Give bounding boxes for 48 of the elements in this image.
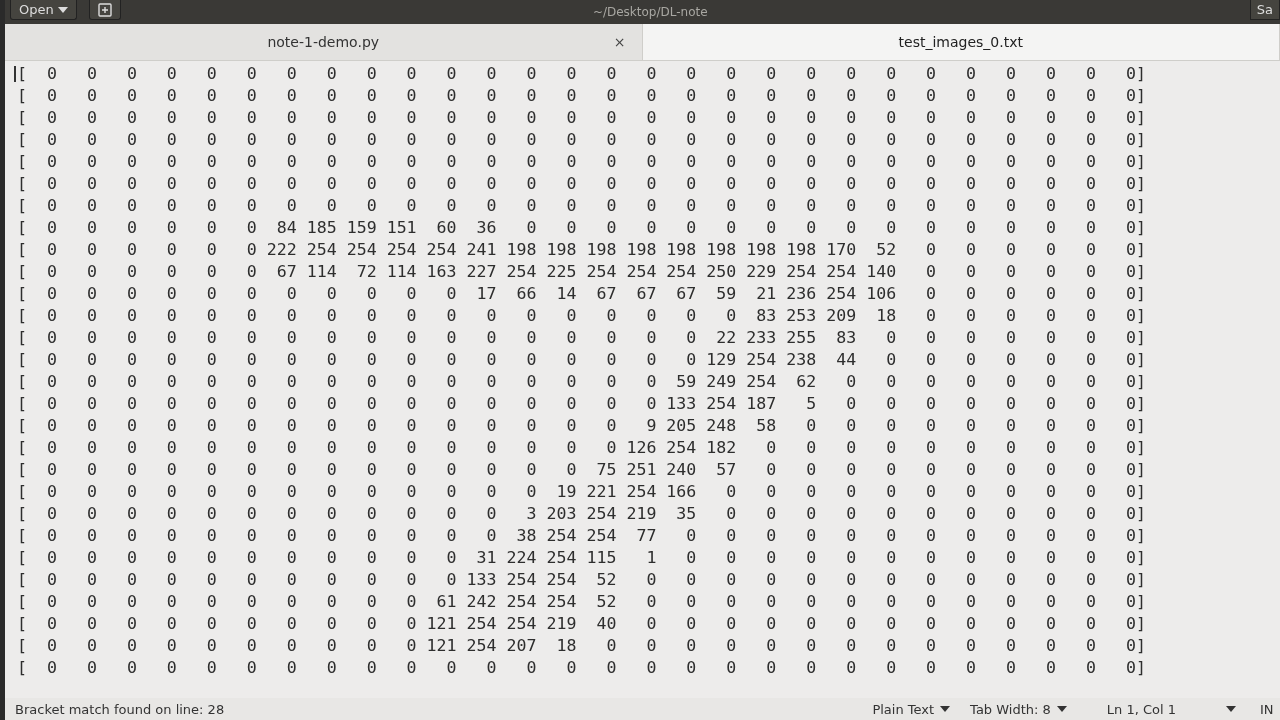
status-message: Bracket match found on line: 28 bbox=[15, 701, 225, 717]
text-line: [ 0 0 0 0 0 0 0 0 0 0 0 0 0 0 0 9 205 248 58 0 0 0 0 0 0 0 0 0] bbox=[17, 415, 1146, 437]
text-line: [ 0 0 0 0 0 0 0 0 0 0 0 0 0 0 75 251 240 57 0 0 0 0 0 0 0 0 0 0] bbox=[17, 459, 1146, 481]
text-line: [ 0 0 0 0 0 0 0 0 0 0 0 0 0 0 0 0 0 0 0 0 0 0 0 0 0 0 0 0] bbox=[17, 173, 1146, 195]
text-line: [ 0 0 0 0 0 0 0 0 0 0 0 133 254 254 52 0 0 0 0 0 0 0 0 0 0 0 0 0] bbox=[17, 569, 1146, 591]
text-line: [ 0 0 0 0 0 0 0 0 0 0 0 0 0 0 0 0 0 0 0 0 0 0 0 0 0 0 0 0] bbox=[17, 195, 1146, 217]
tab-label: note-1-demo.py bbox=[267, 34, 380, 50]
text-line: [ 0 0 0 0 0 0 0 0 0 0 0 0 0 0 0 0 0 0 83 253 209 18 0 0 0 0 0 0] bbox=[17, 305, 1146, 327]
text-line: [ 0 0 0 0 0 0 0 0 0 0 0 0 0 0 0 0 0 0 0 0 0 0 0 0 0 0 0 0] bbox=[17, 107, 1146, 129]
cursor-position-dropdown[interactable]: Ln 1, Col 1 bbox=[1096, 701, 1246, 717]
text-line: [ 0 0 0 0 0 0 222 254 254 254 254 241 198 198 198 198 198 198 198 198 170 52 0 0 0 0 0 0] bbox=[17, 239, 1146, 261]
text-line: [ 0 0 0 0 0 0 0 0 0 0 0 17 66 14 67 67 67 59 21 236 254 106 0 0 0 0 0 0] bbox=[17, 283, 1146, 305]
open-button[interactable]: Open bbox=[10, 0, 77, 20]
text-line: [ 0 0 0 0 0 0 0 0 0 0 0 31 224 254 115 1 0 0 0 0 0 0 0 0 0 0 0 0] bbox=[17, 547, 1146, 569]
text-line: [ 0 0 0 0 0 0 0 0 0 0 0 0 0 0 0 0 0 0 0 0 0 0 0 0 0 0 0 0] bbox=[17, 85, 1146, 107]
caret-icon bbox=[1226, 706, 1236, 712]
text-line: [ 0 0 0 0 0 0 0 0 0 0 0 0 0 0 0 0 0 22 233 255 83 0 0 0 0 0 0 0] bbox=[17, 327, 1146, 349]
new-tab-button[interactable] bbox=[88, 0, 121, 20]
language-dropdown[interactable]: Plain Text bbox=[862, 701, 961, 717]
text-line: [ 0 0 0 0 0 0 0 0 0 0 0 0 0 0 0 0 0 0 0 0 0 0 0 0 0 0 0 0] bbox=[17, 657, 1146, 679]
text-line: [ 0 0 0 0 0 0 84 185 159 151 60 36 0 0 0 0 0 0 0 0 0 0 0 0 0 0 0 0] bbox=[17, 217, 1146, 239]
caret-icon bbox=[57, 6, 68, 13]
save-button[interactable]: Sa bbox=[1249, 0, 1280, 20]
tab-label: test_images_0.txt bbox=[898, 34, 1023, 50]
text-line: [ 0 0 0 0 0 0 0 0 0 0 0 0 0 19 221 254 166 0 0 0 0 0 0 0 0 0 0 0] bbox=[17, 481, 1146, 503]
tab[interactable]: note-1-demo.py × bbox=[5, 24, 643, 60]
text-line: [ 0 0 0 0 0 0 0 0 0 0 121 254 207 18 0 0 0 0 0 0 0 0 0 0 0 0 0 0] bbox=[17, 635, 1146, 657]
text-line: [ 0 0 0 0 0 0 0 0 0 0 0 0 0 0 0 0 59 249 254 62 0 0 0 0 0 0 0 0] bbox=[17, 371, 1146, 393]
window-subtitle: ~/Desktop/DL-note bbox=[592, 5, 708, 19]
text-line: [ 0 0 0 0 0 0 67 114 72 114 163 227 254 225 254 254 254 250 229 254 254 140 0 0 0 0 0 0] bbox=[17, 261, 1146, 283]
insert-mode: IN bbox=[1260, 701, 1275, 717]
tab-width-dropdown[interactable]: Tab Width: 8 bbox=[960, 701, 1077, 717]
text-line: [ 0 0 0 0 0 0 0 0 0 0 61 242 254 254 52 0 0 0 0 0 0 0 0 0 0 0 0 0] bbox=[17, 591, 1146, 613]
caret-icon bbox=[940, 706, 951, 712]
text-line: [ 0 0 0 0 0 0 0 0 0 0 0 0 0 0 0 0 133 254 187 5 0 0 0 0 0 0 0 0] bbox=[17, 393, 1146, 415]
text-line: [ 0 0 0 0 0 0 0 0 0 0 0 0 0 0 0 0 0 129 254 238 44 0 0 0 0 0 0 0] bbox=[17, 349, 1146, 371]
text-line: [ 0 0 0 0 0 0 0 0 0 0 0 0 38 254 254 77 0 0 0 0 0 0 0 0 0 0 0 0] bbox=[17, 525, 1146, 547]
close-icon[interactable]: × bbox=[613, 34, 626, 50]
caret-icon bbox=[1056, 706, 1067, 712]
text-line: [ 0 0 0 0 0 0 0 0 0 0 121 254 254 219 40 0 0 0 0 0 0 0 0 0 0 0 0 0] bbox=[17, 613, 1146, 635]
text-line: [ 0 0 0 0 0 0 0 0 0 0 0 0 0 0 0 0 0 0 0 0 0 0 0 0 0 0 0 0] bbox=[17, 63, 1146, 85]
plus-icon bbox=[97, 2, 112, 17]
text-cursor bbox=[14, 66, 16, 82]
text-line: [ 0 0 0 0 0 0 0 0 0 0 0 0 3 203 254 219 35 0 0 0 0 0 0 0 0 0 0 0] bbox=[17, 503, 1146, 525]
text-line: [ 0 0 0 0 0 0 0 0 0 0 0 0 0 0 0 0 0 0 0 0 0 0 0 0 0 0 0 0] bbox=[17, 151, 1146, 173]
text-line: [ 0 0 0 0 0 0 0 0 0 0 0 0 0 0 0 0 0 0 0 0 0 0 0 0 0 0 0 0] bbox=[17, 129, 1146, 151]
tab[interactable]: test_images_0.txt bbox=[642, 24, 1280, 60]
text-line: [ 0 0 0 0 0 0 0 0 0 0 0 0 0 0 0 126 254 182 0 0 0 0 0 0 0 0 0 0] bbox=[17, 437, 1146, 459]
